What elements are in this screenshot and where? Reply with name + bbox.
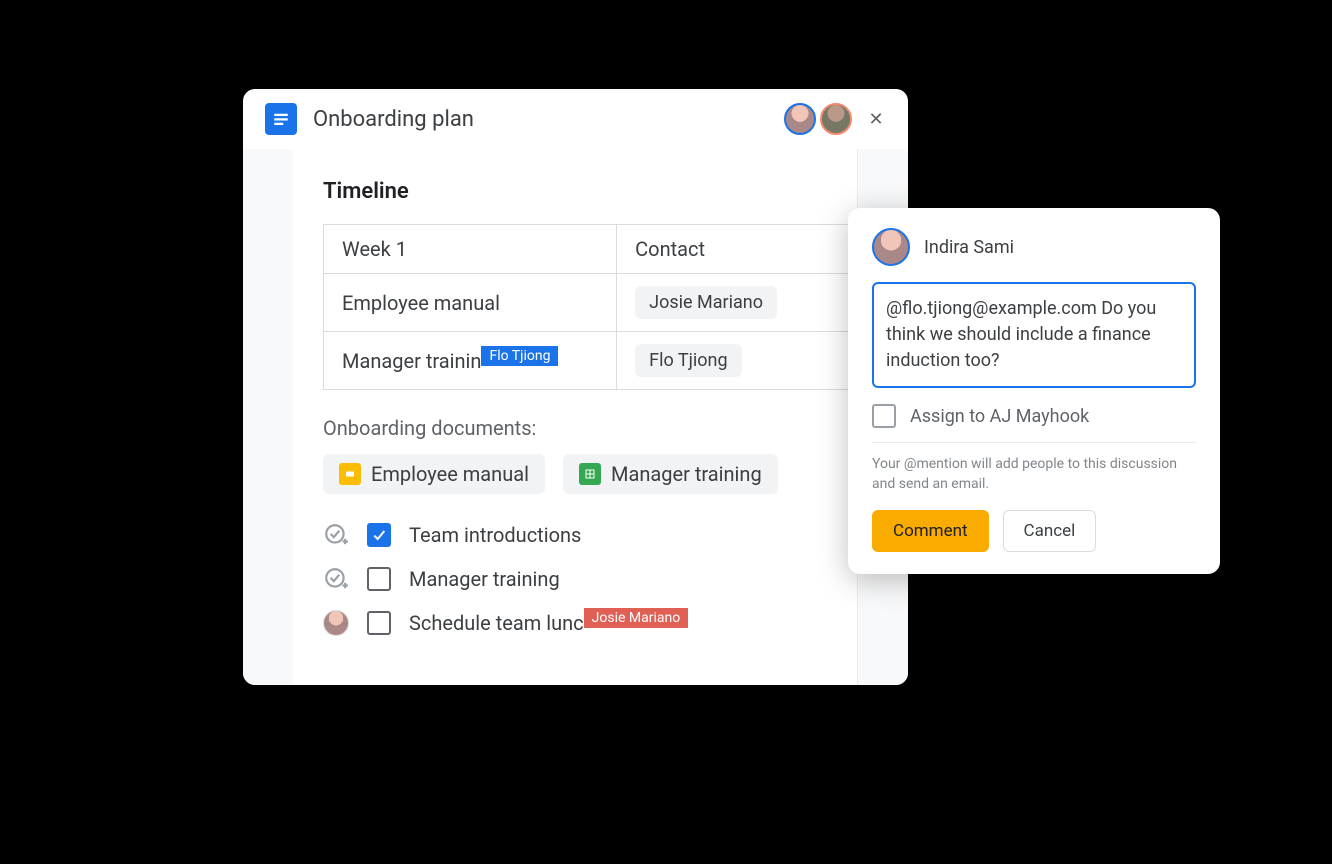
checkbox[interactable]	[367, 567, 391, 591]
table-header-row: Week 1 Contact	[324, 225, 857, 274]
checklist-item: Team introductions	[323, 522, 857, 548]
table-cell-contact[interactable]: Josie Mariano	[617, 274, 857, 332]
document-title[interactable]: Onboarding plan	[313, 107, 784, 132]
document-header: Onboarding plan ✕	[243, 89, 908, 149]
table-row: Employee manual Josie Mariano	[324, 274, 857, 332]
collaborator-avatars	[784, 103, 852, 135]
collab-cursor-label: Josie Mariano	[584, 608, 689, 628]
checklist-label-text: Schedule team lunc	[409, 611, 584, 635]
comment-textarea[interactable]: @flo.tjiong@example.com Do you think we …	[872, 282, 1196, 388]
avatar-collaborator-2[interactable]	[820, 103, 852, 135]
sheets-icon	[579, 463, 601, 485]
assign-checkbox[interactable]	[872, 404, 896, 428]
comment-button-row: Comment Cancel	[872, 510, 1196, 552]
timeline-table: Week 1 Contact Employee manual Josie Mar…	[323, 224, 857, 390]
table-cell-contact[interactable]: Flo Tjiong	[617, 332, 857, 390]
comment-header: Indira Sami	[872, 228, 1196, 266]
file-chip-label: Manager training	[611, 462, 762, 486]
table-row: Manager traininFlo Tjiong Flo Tjiong	[324, 332, 857, 390]
assign-task-icon[interactable]	[323, 522, 349, 548]
page-content[interactable]: Timeline Week 1 Contact Employee manual …	[293, 149, 858, 685]
file-chip-sheets[interactable]: Manager training	[563, 454, 778, 494]
comment-card: Indira Sami @flo.tjiong@example.com Do y…	[848, 208, 1220, 574]
document-body: Timeline Week 1 Contact Employee manual …	[243, 149, 908, 685]
divider	[872, 442, 1196, 443]
comment-button[interactable]: Comment	[872, 510, 989, 552]
table-header-contact: Contact	[617, 225, 857, 274]
slides-icon	[339, 463, 361, 485]
table-header-week: Week 1	[324, 225, 617, 274]
contact-chip[interactable]: Josie Mariano	[635, 286, 777, 319]
checklist-label[interactable]: Manager training	[409, 567, 560, 591]
contact-chip[interactable]: Flo Tjiong	[635, 344, 741, 377]
assign-row: Assign to AJ Mayhook	[872, 404, 1196, 428]
document-chips-row: Employee manual Manager training	[323, 454, 857, 494]
document-window: Onboarding plan ✕ Timeline Week 1 Contac…	[243, 89, 908, 685]
section-heading-documents: Onboarding documents:	[323, 416, 857, 440]
close-icon[interactable]: ✕	[866, 109, 886, 129]
checkbox[interactable]	[367, 611, 391, 635]
checklist-item: Schedule team luncJosie Mariano	[323, 610, 857, 636]
cell-text: Manager trainin	[342, 349, 481, 373]
comment-author-avatar[interactable]	[872, 228, 910, 266]
checklist-label[interactable]: Team introductions	[409, 523, 581, 547]
comment-author-name: Indira Sami	[924, 237, 1014, 258]
checklist-label[interactable]: Schedule team luncJosie Mariano	[409, 611, 584, 635]
avatar-collaborator-1[interactable]	[784, 103, 816, 135]
assign-label[interactable]: Assign to AJ Mayhook	[910, 406, 1089, 427]
checklist-item: Manager training	[323, 566, 857, 592]
checklist: Team introductions Manager training Sche…	[323, 522, 857, 636]
assignee-avatar[interactable]	[323, 610, 349, 636]
mention-hint: Your @mention will add people to this di…	[872, 455, 1196, 494]
cancel-button[interactable]: Cancel	[1003, 510, 1097, 552]
assign-task-icon[interactable]	[323, 566, 349, 592]
checkbox-checked[interactable]	[367, 523, 391, 547]
section-heading-timeline: Timeline	[293, 179, 857, 204]
file-chip-label: Employee manual	[371, 462, 529, 486]
table-cell-item[interactable]: Manager traininFlo Tjiong	[324, 332, 617, 390]
file-chip-slides[interactable]: Employee manual	[323, 454, 545, 494]
table-cell-item[interactable]: Employee manual	[324, 274, 617, 332]
docs-app-icon	[265, 103, 297, 135]
collab-cursor-label: Flo Tjiong	[481, 346, 558, 366]
